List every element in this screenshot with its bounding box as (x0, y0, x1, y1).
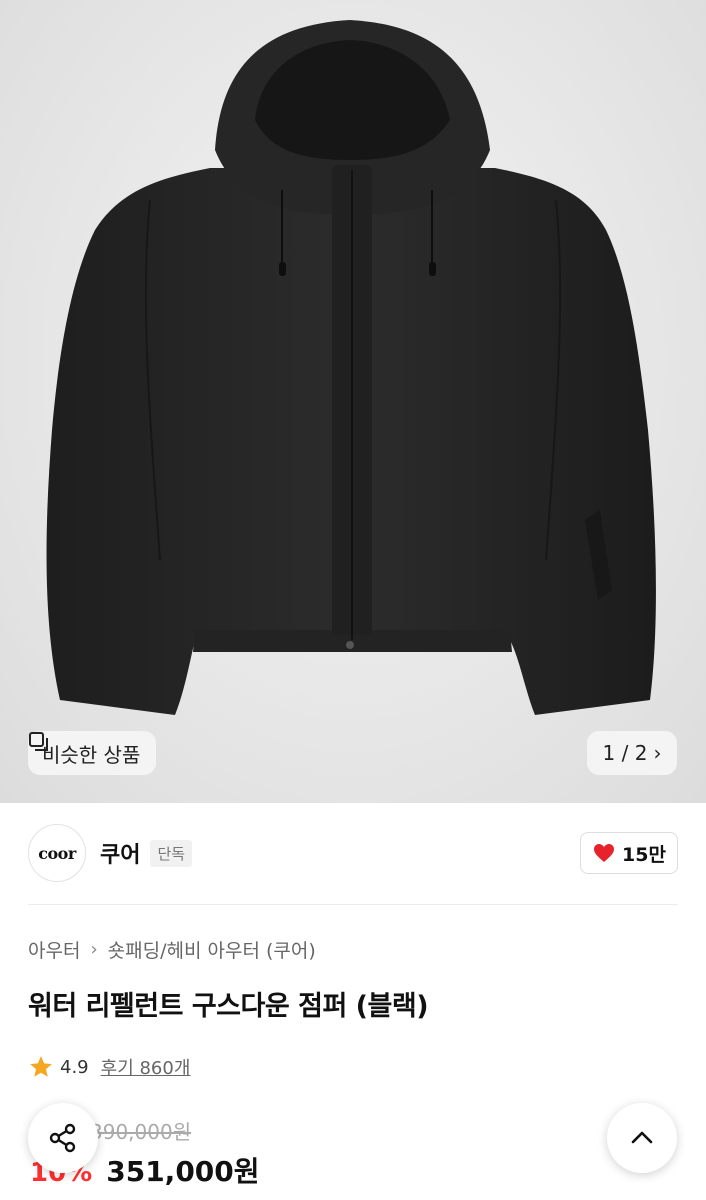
exclusive-badge: 단독 (150, 839, 193, 867)
chevron-right-icon: › (653, 741, 662, 765)
breadcrumb-category[interactable]: 아우터 (28, 936, 80, 963)
star-icon (30, 1056, 52, 1077)
product-title: 워터 리펠런트 구스다운 점퍼 (블랙) (28, 991, 429, 1022)
breadcrumb-subcategory[interactable]: 숏패딩/헤비 아우터 (쿠어) (108, 936, 316, 963)
brand-row: coor 쿠어 단독 15만 (28, 824, 678, 882)
scroll-to-top-button[interactable] (607, 1103, 677, 1173)
heart-icon (594, 844, 615, 862)
share-button[interactable] (28, 1103, 98, 1173)
rating-value: 4.9 (60, 1056, 89, 1078)
like-count: 15만 (622, 843, 666, 866)
brand-logo-text: coor (38, 843, 76, 863)
chevron-up-icon (631, 1131, 653, 1144)
review-link[interactable]: 후기 860개 (101, 1054, 191, 1080)
chevron-right-icon: › (90, 939, 98, 960)
brand-logo[interactable]: coor (28, 824, 86, 882)
divider (28, 904, 678, 905)
similar-items-button[interactable]: 비슷한 상품 (28, 731, 157, 775)
breadcrumb: 아우터 › 숏패딩/헤비 아우터 (쿠어) (28, 936, 316, 963)
similar-items-label: 비슷한 상품 (42, 742, 141, 767)
brand-name[interactable]: 쿠어 (100, 837, 140, 869)
similar-items-icon (29, 732, 48, 751)
like-button[interactable]: 15만 (580, 832, 678, 874)
product-image-jacket (46, 20, 656, 715)
rating-row: 4.9 후기 860개 (28, 1054, 190, 1080)
original-price: 390,000원 (90, 1120, 192, 1144)
share-icon (49, 1123, 76, 1153)
sale-price: 351,000원 (106, 1155, 260, 1188)
image-counter-text: 1 / 2 (602, 741, 648, 765)
image-counter[interactable]: 1 / 2 › (587, 731, 677, 775)
product-image-gallery[interactable]: 비슷한 상품 1 / 2 › (0, 0, 706, 803)
